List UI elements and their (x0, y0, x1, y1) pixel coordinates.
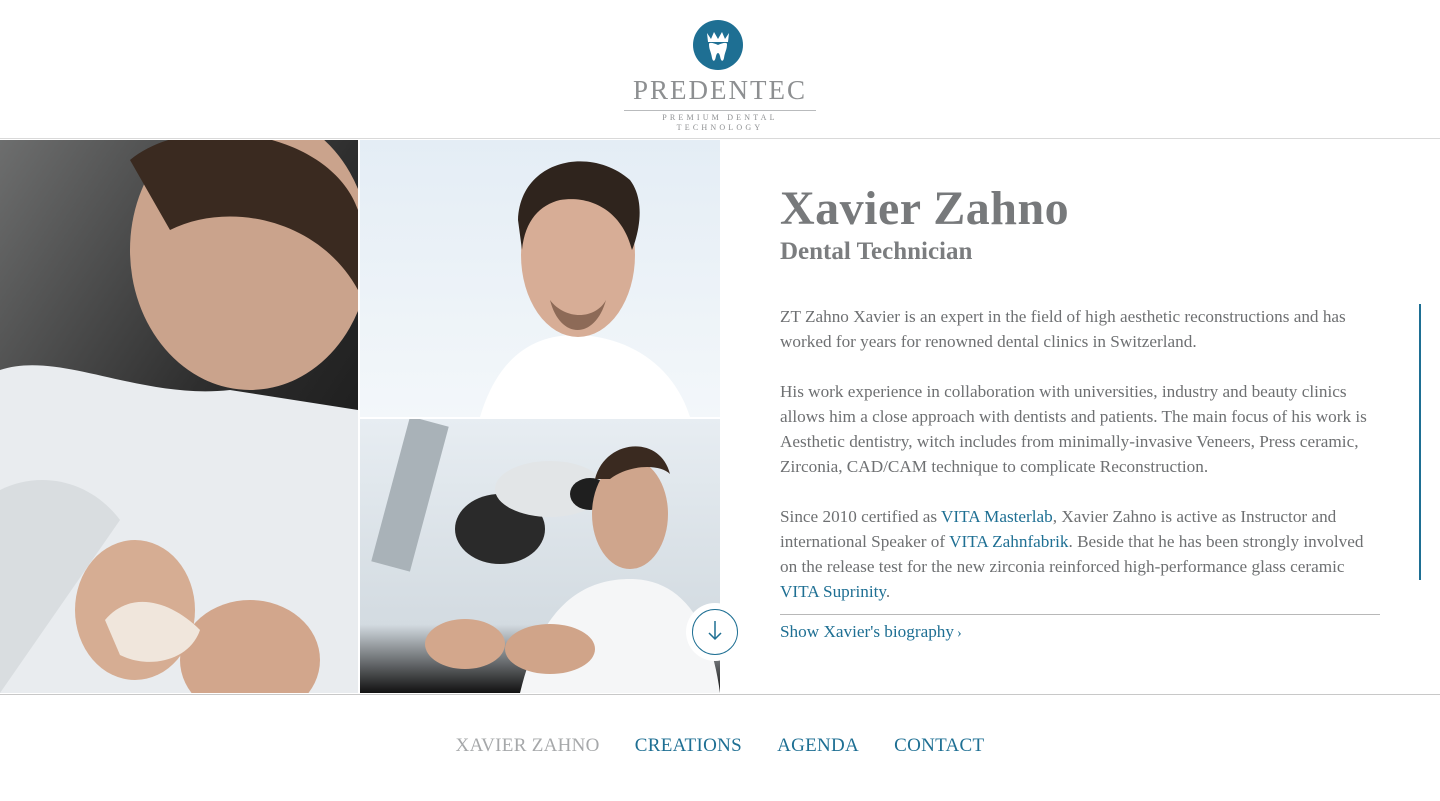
vita-masterlab-link[interactable]: VITA Masterlab (941, 507, 1053, 526)
footer-navigation: XAVIER ZAHNO CREATIONS AGENDA CONTACT (0, 694, 1440, 801)
vita-zahnfabrik-link[interactable]: VITA Zahnfabrik (949, 532, 1068, 551)
nav-item-contact[interactable]: CONTACT (894, 735, 984, 757)
nav-item-creations[interactable]: CREATIONS (635, 735, 742, 757)
site-header: PREDENTEC PREMIUM DENTAL TECHNOLOGY (0, 0, 1440, 139)
nav-item-xavier-zahno[interactable]: XAVIER ZAHNO (456, 735, 600, 757)
paragraph-3-text-4: . (885, 582, 891, 601)
show-biography-link[interactable]: Show Xavier's biography › (780, 619, 962, 646)
content-scrollbar[interactable] (1419, 304, 1421, 580)
profile-paragraph-2: His work experience in collaboration wit… (780, 382, 1367, 476)
scroll-down-button[interactable] (686, 603, 744, 661)
logo-tagline: PREMIUM DENTAL TECHNOLOGY (624, 110, 816, 133)
photo-technician-microscope[interactable] (360, 419, 720, 693)
main-nav: XAVIER ZAHNO CREATIONS AGENDA CONTACT (0, 735, 1440, 757)
vita-suprinity-link[interactable]: VITA Suprinity (780, 582, 886, 601)
profile-section: Xavier Zahno Dental Technician ZT Zahno … (780, 180, 1390, 641)
predentec-logo[interactable]: PREDENTEC PREMIUM DENTAL TECHNOLOGY (620, 18, 820, 132)
profile-paragraph-3: Since 2010 certified as VITA Masterlab, … (780, 504, 1380, 604)
photo-technician-working[interactable] (0, 140, 358, 693)
photo-technician-portrait[interactable] (360, 140, 720, 417)
nav-item-agenda[interactable]: AGENDA (777, 735, 859, 757)
chevron-right-icon: › (957, 626, 962, 641)
logo-wordmark: PREDENTEC (632, 75, 807, 105)
content-divider (780, 614, 1380, 615)
arrow-down-icon (708, 621, 722, 641)
paragraph-3-text-1: Since 2010 certified as (780, 507, 942, 526)
show-biography-label: Show Xavier's biography (780, 622, 954, 641)
profile-paragraph-1: ZT Zahno Xavier is an expert in the fiel… (780, 307, 1346, 351)
profile-name: Xavier Zahno (780, 182, 1070, 235)
tooth-crown-logo-icon (693, 20, 743, 70)
profile-role: Dental Technician (780, 238, 973, 265)
photo-gallery (0, 139, 720, 693)
